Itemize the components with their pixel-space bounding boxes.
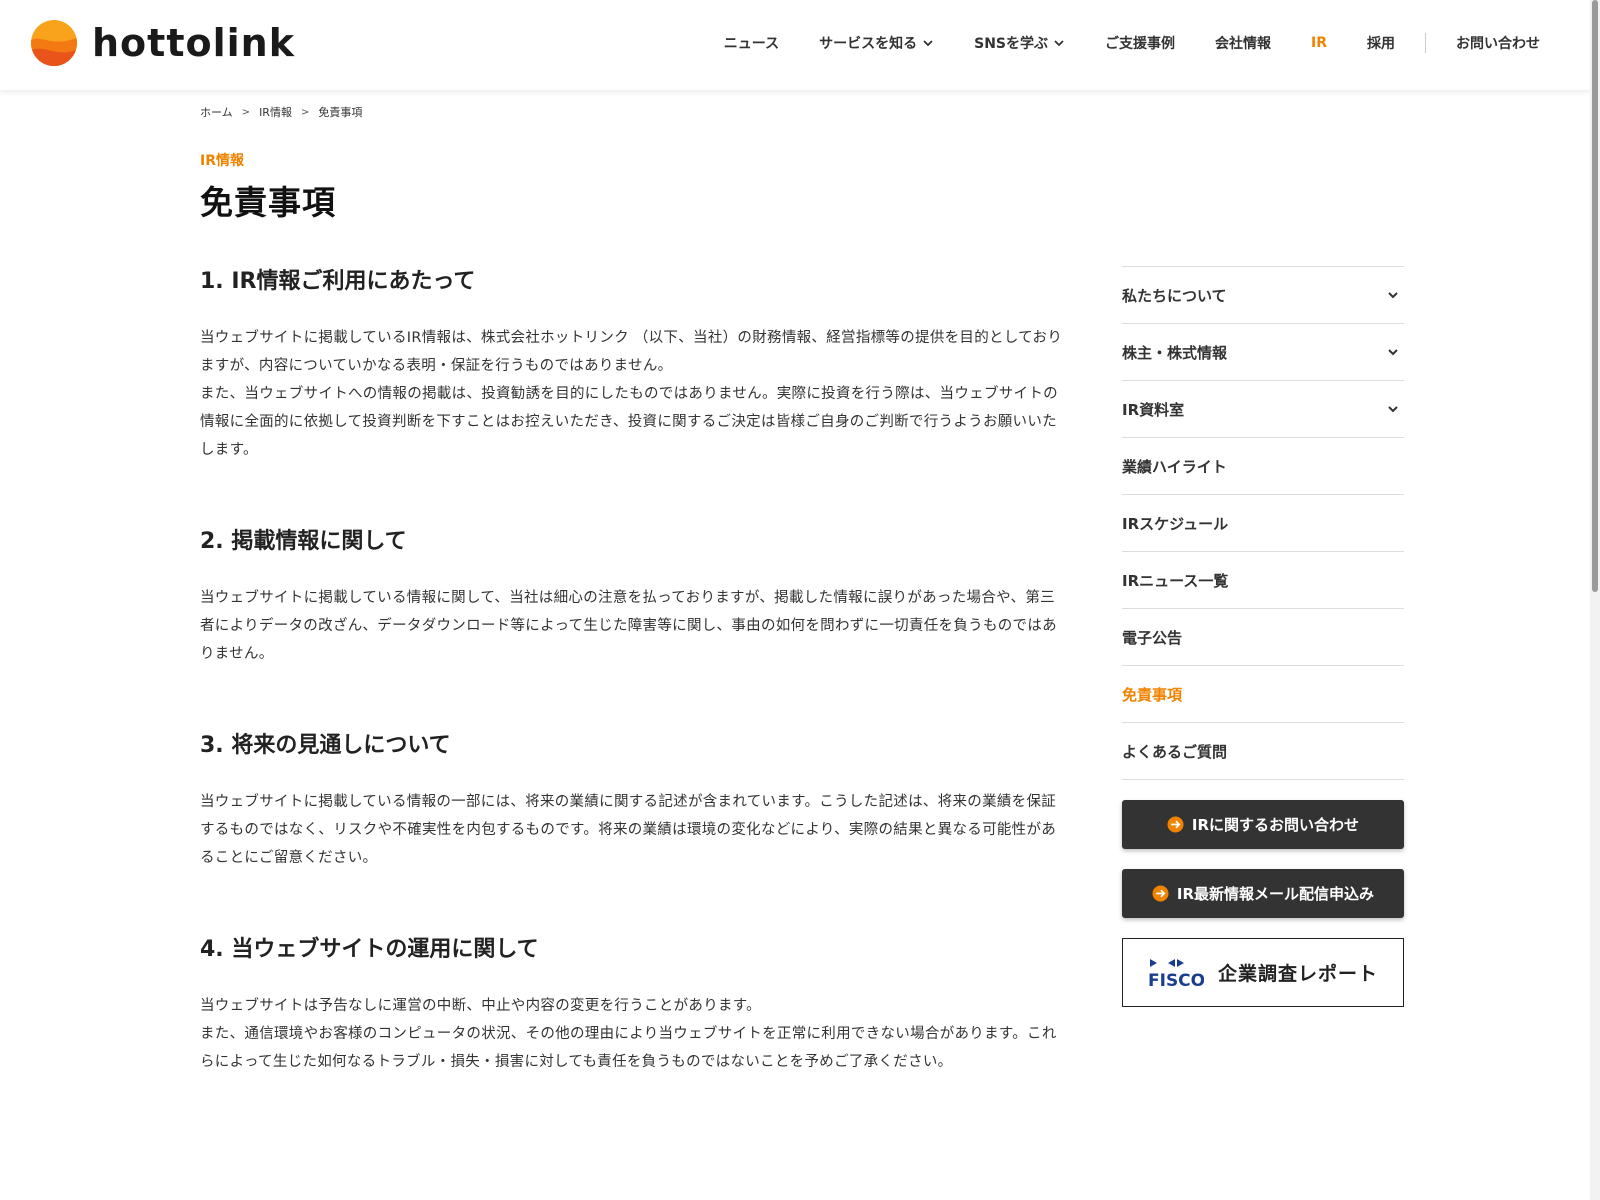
fisco-report-banner[interactable]: FISCO 企業調査レポート bbox=[1122, 938, 1404, 1007]
sidebar-item-label: 免責事項 bbox=[1122, 685, 1183, 704]
ir-contact-button-label: IRに関するお問い合わせ bbox=[1191, 816, 1360, 834]
sidebar-item-label: 株主・株式情報 bbox=[1122, 343, 1228, 362]
sidebar-item-public-notice[interactable]: 電子公告 bbox=[1122, 609, 1404, 666]
sidebar-nav: 私たちについて 株主・株式情報 IR資料室 業績ハイライト IRスケジュール I… bbox=[1122, 266, 1404, 780]
nav-services[interactable]: サービスを知る bbox=[819, 33, 934, 53]
breadcrumb: ホーム > IR情報 > 免責事項 bbox=[200, 104, 362, 120]
nav-services-label: サービスを知る bbox=[819, 36, 918, 52]
chevron-right-icon: > bbox=[241, 106, 251, 118]
sidebar-item-schedule[interactable]: IRスケジュール bbox=[1122, 495, 1404, 552]
sidebar-item-label: よくあるご質問 bbox=[1122, 742, 1228, 761]
ir-sidebar: 私たちについて 株主・株式情報 IR資料室 業績ハイライト IRスケジュール I… bbox=[1122, 266, 1404, 1007]
section-body: 当ウェブサイトに掲載している情報の一部には、将来の業績に関する記述が含まれていま… bbox=[200, 794, 1057, 866]
ir-contact-button[interactable]: IRに関するお問い合わせ bbox=[1122, 800, 1404, 849]
logo-text: hottolink bbox=[92, 21, 295, 65]
nav-recruit[interactable]: 採用 bbox=[1367, 33, 1395, 53]
breadcrumb-current: 免責事項 bbox=[318, 106, 363, 119]
sidebar-item-highlights[interactable]: 業績ハイライト bbox=[1122, 438, 1404, 495]
chevron-down-icon bbox=[1054, 40, 1064, 47]
nav-news-label: ニュース bbox=[723, 36, 780, 52]
sidebar-item-shareholders[interactable]: 株主・株式情報 bbox=[1122, 324, 1404, 381]
logo[interactable]: hottolink bbox=[30, 19, 295, 67]
logo-sun-icon bbox=[31, 20, 77, 66]
section-heading: 1. IR情報ご利用にあたって bbox=[200, 269, 476, 294]
section-body: 当ウェブサイトは予告なしに運営の中断、中止や内容の変更を行うことがあります。 ま… bbox=[200, 998, 1057, 1070]
disclaimer-section: 3. 将来の見通しについて 当ウェブサイトに掲載している情報の一部には、将来の業… bbox=[200, 726, 1065, 872]
nav-ir-label: IR bbox=[1311, 35, 1327, 51]
sidebar-item-news-list[interactable]: IRニュース一覧 bbox=[1122, 552, 1404, 609]
sidebar-item-label: 電子公告 bbox=[1122, 628, 1183, 647]
sidebar-item-label: IR資料室 bbox=[1122, 400, 1185, 419]
section-heading: 2. 掲載情報に関して bbox=[200, 529, 407, 554]
svg-text:FISCO: FISCO bbox=[1148, 971, 1204, 989]
disclaimer-section: 1. IR情報ご利用にあたって 当ウェブサイトに掲載しているIR情報は、株式会社… bbox=[200, 262, 1065, 464]
scrollbar[interactable] bbox=[1590, 0, 1600, 1200]
nav-cases[interactable]: ご支援事例 bbox=[1105, 33, 1175, 53]
site-header: hottolink ニュース サービスを知る SNSを学ぶ ご支援事例 会社情報… bbox=[0, 0, 1600, 90]
nav-company-label: 会社情報 bbox=[1215, 36, 1271, 52]
chevron-down-icon bbox=[1388, 349, 1398, 356]
chevron-down-icon bbox=[923, 40, 933, 47]
sidebar-item-label: 業績ハイライト bbox=[1122, 457, 1227, 476]
sidebar-item-faq[interactable]: よくあるご質問 bbox=[1122, 723, 1404, 780]
section-label: IR情報 bbox=[200, 153, 244, 169]
fisco-logo: FISCO bbox=[1148, 958, 1204, 989]
sidebar-item-label: IRスケジュール bbox=[1122, 514, 1229, 533]
sidebar-item-disclaimer[interactable]: 免責事項 bbox=[1122, 666, 1404, 723]
nav-news[interactable]: ニュース bbox=[724, 33, 779, 53]
main-nav: ニュース サービスを知る SNSを学ぶ ご支援事例 会社情報 IR 採用 お問い… bbox=[684, 0, 1540, 86]
breadcrumb-home[interactable]: ホーム bbox=[200, 104, 233, 120]
arrow-right-circle-icon bbox=[1167, 816, 1184, 833]
disclaimer-section: 2. 掲載情報に関して 当ウェブサイトに掲載している情報に関して、当社は細心の注… bbox=[200, 522, 1065, 668]
section-heading: 4. 当ウェブサイトの運用に関して bbox=[200, 937, 539, 962]
section-body: 当ウェブサイトに掲載しているIR情報は、株式会社ホットリンク （以下、当社）の財… bbox=[200, 330, 1063, 458]
nav-recruit-label: 採用 bbox=[1367, 36, 1395, 52]
chevron-right-icon: > bbox=[300, 106, 310, 118]
sidebar-item-label: IRニュース一覧 bbox=[1122, 571, 1229, 590]
nav-learn-sns[interactable]: SNSを学ぶ bbox=[974, 33, 1065, 53]
ir-mail-subscribe-button[interactable]: IR最新情報メール配信申込み bbox=[1122, 869, 1404, 918]
page-title: 免責事項 bbox=[200, 183, 336, 222]
chevron-down-icon bbox=[1388, 292, 1398, 299]
sidebar-item-label: 私たちについて bbox=[1122, 286, 1227, 305]
breadcrumb-ir[interactable]: IR情報 bbox=[259, 104, 292, 120]
arrow-right-circle-icon bbox=[1152, 885, 1169, 902]
section-heading: 3. 将来の見通しについて bbox=[200, 733, 451, 758]
fisco-report-label: 企業調査レポート bbox=[1217, 963, 1378, 985]
nav-divider bbox=[1425, 33, 1426, 53]
nav-contact-label: お問い合わせ bbox=[1456, 36, 1540, 52]
sidebar-item-library[interactable]: IR資料室 bbox=[1122, 381, 1404, 438]
disclaimer-section: 4. 当ウェブサイトの運用に関して 当ウェブサイトは予告なしに運営の中断、中止や… bbox=[200, 930, 1065, 1076]
chevron-down-icon bbox=[1388, 406, 1398, 413]
section-body: 当ウェブサイトに掲載している情報に関して、当社は細心の注意を払っておりますが、掲… bbox=[200, 590, 1057, 662]
scrollbar-thumb[interactable] bbox=[1592, 0, 1598, 592]
nav-company[interactable]: 会社情報 bbox=[1215, 33, 1271, 53]
sidebar-item-about[interactable]: 私たちについて bbox=[1122, 267, 1404, 324]
nav-contact[interactable]: お問い合わせ bbox=[1456, 33, 1540, 53]
nav-learn-sns-label: SNSを学ぶ bbox=[974, 36, 1048, 52]
nav-ir[interactable]: IR bbox=[1311, 35, 1327, 51]
nav-cases-label: ご支援事例 bbox=[1105, 36, 1175, 52]
ir-mail-subscribe-button-label: IR最新情報メール配信申込み bbox=[1176, 885, 1375, 903]
